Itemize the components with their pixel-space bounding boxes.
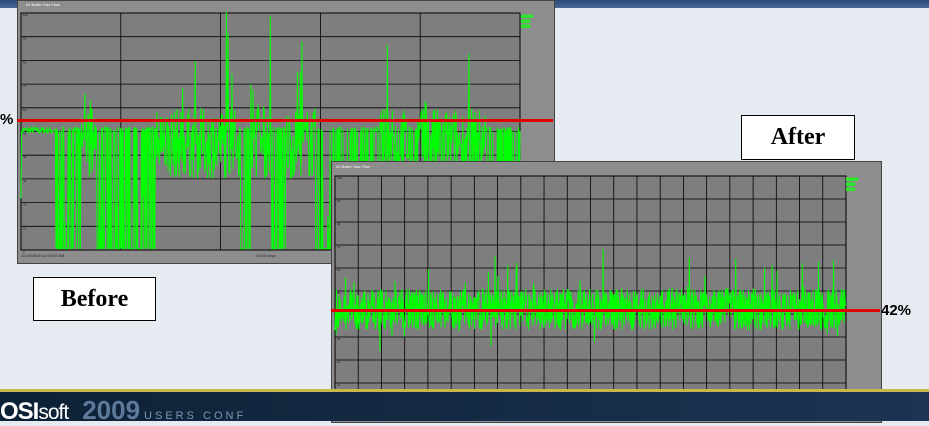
after-trend-tick-label: 100: [337, 176, 342, 180]
after-trend-tick-label: 70: [337, 245, 341, 249]
before-trend-tick-label: 10: [23, 226, 27, 230]
after-trend-tick-label: 60: [337, 268, 341, 272]
before-trend-tick-label: 40: [23, 155, 27, 159]
after-trend-tick-label: 30: [337, 337, 341, 341]
after-trend-tick-label: 10: [337, 383, 341, 387]
before-trend-tick-label: 100: [23, 13, 28, 17]
before-trend-span: 30.00 days: [256, 253, 276, 258]
before-reference-line: [17, 119, 553, 122]
after-trend-tick-label: 80: [337, 222, 341, 226]
after-trend-tick-label: 20: [337, 360, 341, 364]
after-trend-tick-label: 50: [337, 291, 341, 295]
after-trend-legend: ▆▆▆▆ ▆▆▆ ▆▆▆: [846, 176, 859, 191]
after-trend-tick-label: 90: [337, 199, 341, 203]
before-trend-tick-label: 20: [23, 203, 27, 207]
after-trend-plot: 1009080706050403020100: [334, 175, 847, 410]
conference-name: USERS CONF: [144, 410, 247, 422]
before-trend-tick-label: 80: [23, 60, 27, 64]
after-percent-label: 42%: [881, 302, 912, 319]
before-trend-legend: ▆▆▆▆ ▆▆▆ ▆▆▆: [521, 13, 534, 28]
before-percent-label: %: [0, 111, 14, 128]
after-label-box: After: [741, 115, 855, 160]
before-trend-tick-label: 70: [23, 84, 27, 88]
before-trend-tick-label: 60: [23, 108, 27, 112]
before-trend-start-time: 11/18/2008 12:00:00 AM: [21, 253, 65, 258]
footer-logo: OSIsoft 2009 USERS CONF: [0, 395, 246, 426]
before-trend-tick-label: 90: [23, 37, 27, 41]
before-trend-tick-label: 30: [23, 179, 27, 183]
after-reference-line: [331, 309, 880, 312]
before-label-box: Before: [33, 277, 156, 321]
after-trend-panel: #1 Boiler Gas Flow 100 90 80 70 60 50 40 30 20 10…: [331, 161, 882, 423]
